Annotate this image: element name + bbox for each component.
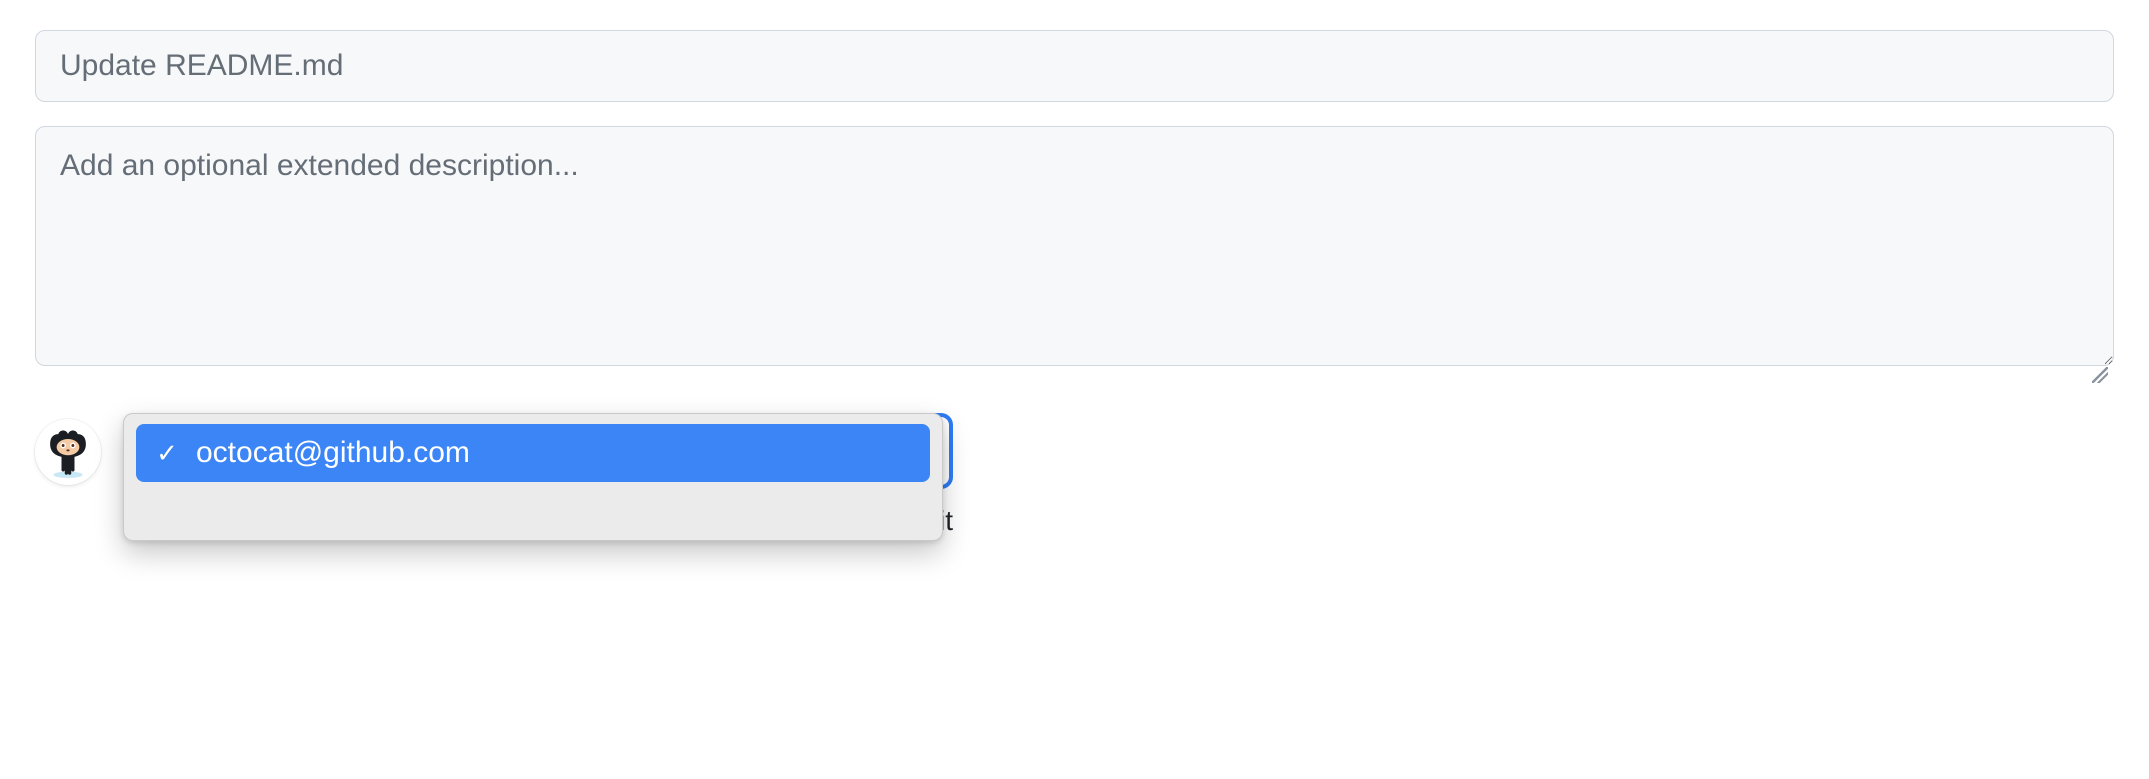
author-email-dropdown[interactable]: it ✓ octocat@github.com <box>123 413 943 541</box>
commit-description-textarea[interactable] <box>35 126 2114 366</box>
dropdown-menu: ✓ octocat@github.com <box>123 413 943 541</box>
commit-summary-input[interactable] <box>35 30 2114 102</box>
avatar <box>35 419 101 485</box>
dropdown-option-selected[interactable]: ✓ octocat@github.com <box>136 424 930 482</box>
commit-author-row: it ✓ octocat@github.com <box>35 413 2114 541</box>
dropdown-option-label: octocat@github.com <box>196 436 470 470</box>
checkmark-icon: ✓ <box>154 438 180 469</box>
octocat-icon <box>42 426 94 478</box>
